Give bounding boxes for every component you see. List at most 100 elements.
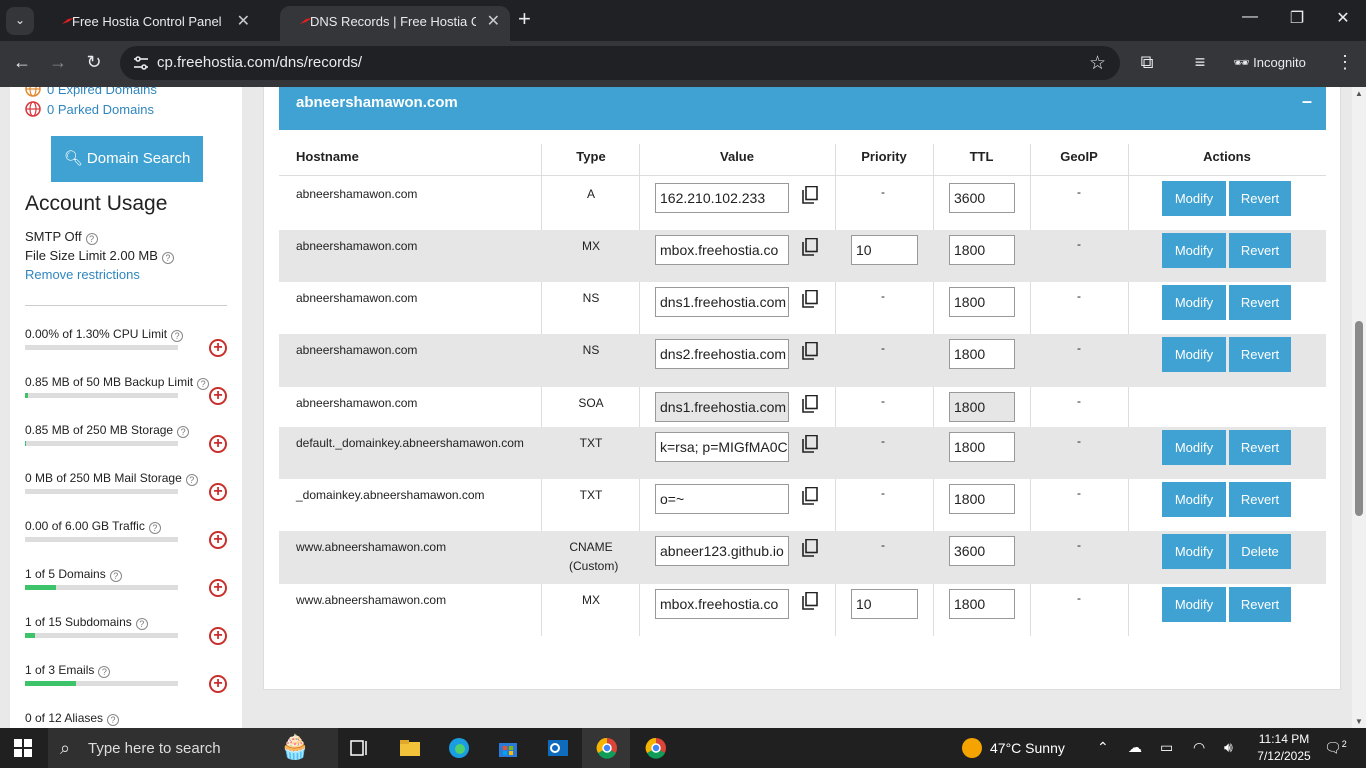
scroll-down-icon[interactable]: ▼ (1355, 717, 1363, 726)
copy-icon[interactable] (802, 186, 818, 204)
address-bar[interactable]: cp.freehostia.com/dns/records/ ☆ (120, 46, 1120, 80)
modify-button[interactable]: Modify (1162, 430, 1226, 465)
outlook-icon[interactable] (546, 736, 570, 760)
help-icon[interactable]: ? (107, 714, 120, 726)
modify-button[interactable]: Modify (1162, 534, 1226, 569)
tab-dns-records[interactable]: DNS Records | Free Hostia Contr ✕ (280, 6, 510, 41)
file-explorer-icon[interactable] (398, 736, 422, 760)
record-priority-field[interactable]: 10 (851, 235, 918, 265)
revert-button[interactable]: Revert (1229, 587, 1291, 622)
windows-start-icon[interactable] (14, 739, 32, 757)
record-value-field[interactable]: dns2.freehostia.com (655, 339, 789, 369)
tab-search-dropdown[interactable]: ⌄ (6, 7, 34, 35)
cloud-sync-icon[interactable]: ☁︎ (1128, 739, 1142, 756)
revert-button[interactable]: Revert (1229, 285, 1291, 320)
site-info-icon[interactable] (132, 54, 150, 72)
revert-button[interactable]: Revert (1229, 337, 1291, 372)
record-ttl-field[interactable]: 3600 (949, 536, 1015, 566)
notification-icon[interactable]: 🗨︎2 (1324, 739, 1347, 757)
copy-icon[interactable] (802, 592, 818, 610)
minimize-icon[interactable]: — (1235, 8, 1265, 26)
battery-icon[interactable]: ▭ (1160, 739, 1173, 756)
tab-free-hostia-control-panel[interactable]: Free Hostia Control Panel ✕ (42, 6, 260, 41)
media-controls-icon[interactable]: ≡ (1188, 52, 1212, 73)
copy-icon[interactable] (802, 539, 818, 557)
close-tab-icon[interactable]: ✕ (237, 11, 250, 31)
more-menu-icon[interactable]: ⋮ (1333, 52, 1357, 73)
record-ttl-field[interactable]: 1800 (949, 339, 1015, 369)
record-ttl-field[interactable]: 3600 (949, 183, 1015, 213)
revert-button[interactable]: Revert (1229, 233, 1291, 268)
copy-icon[interactable] (802, 290, 818, 308)
record-value-field[interactable]: dns1.freehostia.com (655, 287, 789, 317)
new-tab-button[interactable]: + (518, 8, 531, 30)
record-value-field[interactable]: mbox.freehostia.co (655, 235, 789, 265)
add-icon[interactable]: + (209, 675, 227, 693)
restore-icon[interactable]: ❐ (1282, 8, 1312, 28)
incognito-indicator[interactable]: 🕶︎ Incognito (1233, 55, 1306, 71)
add-icon[interactable]: + (209, 435, 227, 453)
add-icon[interactable]: + (209, 627, 227, 645)
record-ttl-field[interactable]: 1800 (949, 589, 1015, 619)
delete-button[interactable]: Delete (1229, 534, 1291, 569)
domain-header[interactable]: abneershamawon.com – (279, 87, 1326, 130)
record-value-field[interactable]: abneer123.github.io (655, 536, 789, 566)
help-icon[interactable]: ? (148, 522, 161, 534)
scrollbar-thumb[interactable] (1355, 321, 1363, 516)
volume-icon[interactable]: 🔊︎ (1224, 739, 1233, 756)
record-value-field[interactable]: o=~ (655, 484, 789, 514)
collapse-icon[interactable]: – (1302, 91, 1312, 112)
revert-button[interactable]: Revert (1229, 181, 1291, 216)
copy-icon[interactable] (802, 395, 818, 413)
help-icon[interactable]: ? (171, 330, 184, 342)
help-icon[interactable]: ? (161, 252, 174, 264)
copy-icon[interactable] (802, 342, 818, 360)
help-icon[interactable]: ? (177, 426, 190, 438)
revert-button[interactable]: Revert (1229, 482, 1291, 517)
parked-domains-link[interactable]: 0 Parked Domains (25, 101, 154, 117)
close-window-icon[interactable]: ✕ (1328, 8, 1358, 28)
reload-icon[interactable]: ↻ (82, 52, 106, 73)
help-icon[interactable]: ? (197, 378, 210, 390)
modify-button[interactable]: Modify (1162, 482, 1226, 517)
close-tab-icon[interactable]: ✕ (487, 11, 500, 31)
help-icon[interactable]: ? (185, 474, 198, 486)
copy-icon[interactable] (802, 435, 818, 453)
help-icon[interactable]: ? (109, 570, 122, 582)
help-icon[interactable]: ? (85, 233, 98, 245)
record-ttl-field[interactable]: 1800 (949, 484, 1015, 514)
remove-restrictions-link[interactable]: Remove restrictions (25, 267, 140, 282)
modify-button[interactable]: Modify (1162, 181, 1226, 216)
clock[interactable]: 11:14 PM 7/12/2025 (1256, 731, 1312, 765)
forward-arrow-icon[interactable]: → (46, 52, 70, 73)
page-scrollbar[interactable]: ▲ ▼ (1352, 87, 1366, 728)
add-icon[interactable]: + (209, 387, 227, 405)
weather-widget[interactable]: 47°C Sunny (962, 738, 1065, 758)
modify-button[interactable]: Modify (1162, 285, 1226, 320)
extensions-icon[interactable]: ⧉ (1135, 52, 1159, 73)
edge-icon[interactable] (447, 736, 471, 760)
show-hidden-icons-icon[interactable]: ⌃ (1097, 739, 1109, 756)
record-ttl-field[interactable]: 1800 (949, 235, 1015, 265)
expired-domains-link[interactable]: 0 Expired Domains (25, 87, 157, 97)
add-icon[interactable]: + (209, 483, 227, 501)
taskbar-search-box[interactable]: ⌕ Type here to search 🧁 (48, 728, 338, 768)
copy-icon[interactable] (802, 238, 818, 256)
microsoft-store-icon[interactable] (496, 736, 520, 760)
domain-search-button[interactable]: 🔍︎ Domain Search (51, 136, 203, 182)
revert-button[interactable]: Revert (1229, 430, 1291, 465)
chrome-profile-icon[interactable] (644, 736, 668, 760)
record-value-field[interactable]: 162.210.102.233 (655, 183, 789, 213)
record-ttl-field[interactable]: 1800 (949, 287, 1015, 317)
chrome-icon[interactable] (595, 736, 619, 760)
help-icon[interactable]: ? (135, 618, 148, 630)
record-ttl-field[interactable]: 1800 (949, 432, 1015, 462)
modify-button[interactable]: Modify (1162, 233, 1226, 268)
add-icon[interactable]: + (209, 531, 227, 549)
add-icon[interactable]: + (209, 339, 227, 357)
task-view-icon[interactable] (348, 736, 372, 760)
add-icon[interactable]: + (209, 579, 227, 597)
wifi-icon[interactable]: ◠ (1193, 739, 1205, 756)
record-value-field[interactable]: k=rsa; p=MIGfMA0C (655, 432, 789, 462)
copy-icon[interactable] (802, 487, 818, 505)
